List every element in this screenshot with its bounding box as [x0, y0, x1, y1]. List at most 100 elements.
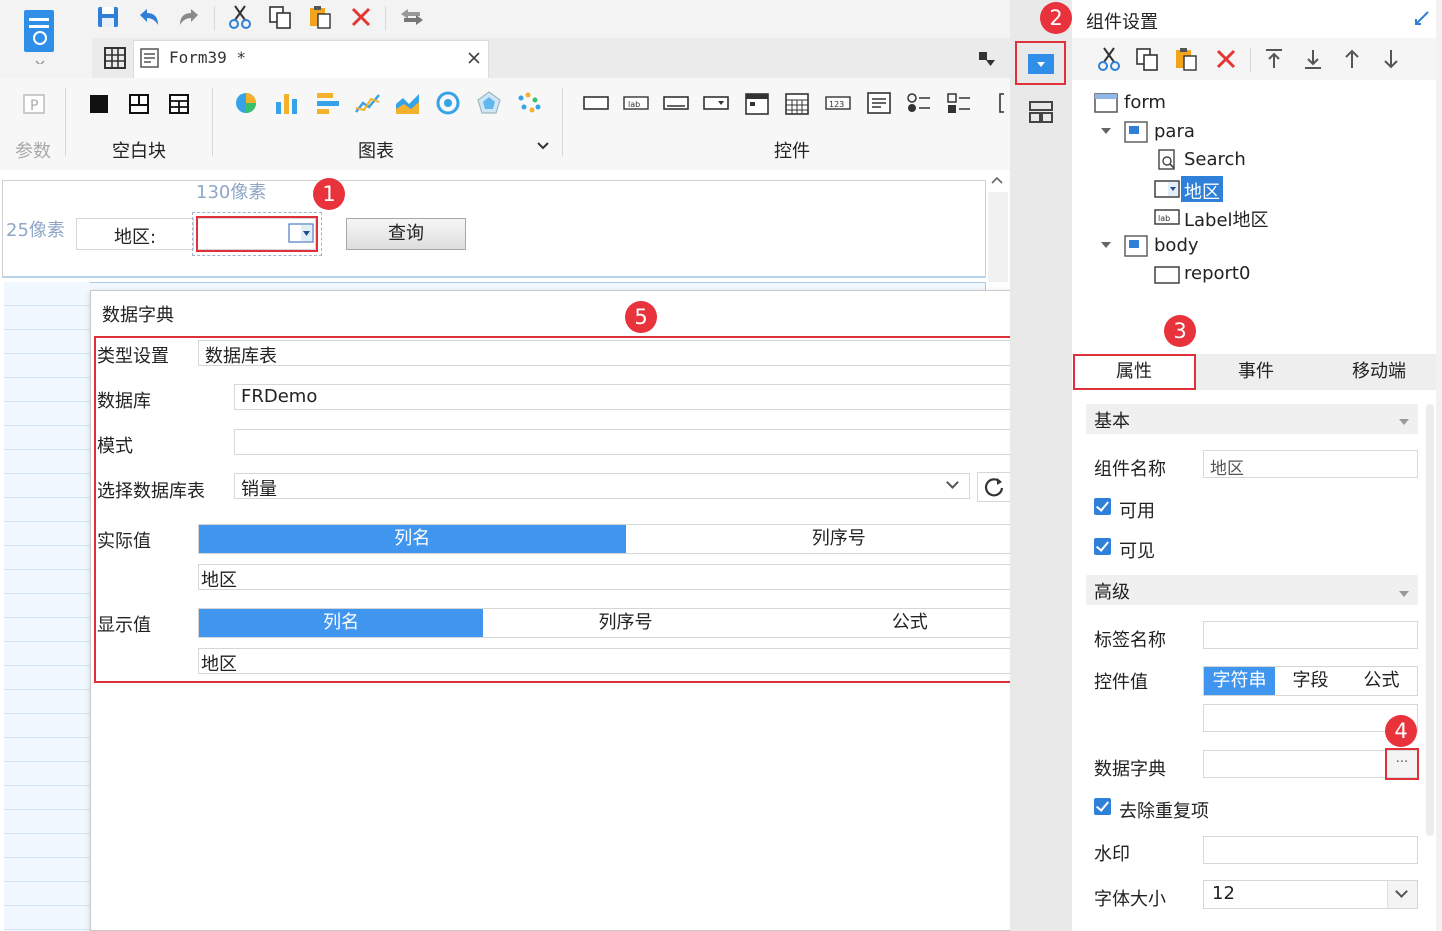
font-size-select[interactable]: 12: [1203, 880, 1418, 909]
display-tab-colname[interactable]: 列名: [199, 609, 484, 637]
close-tab-icon[interactable]: [467, 51, 481, 65]
basic-collapse-icon[interactable]: [1398, 418, 1410, 426]
swap-icon[interactable]: [398, 6, 426, 28]
more-widget-icon[interactable]: [998, 90, 1010, 116]
pie-chart-icon[interactable]: [233, 90, 259, 116]
paste-icon[interactable]: [307, 4, 333, 30]
tree-node-body[interactable]: body: [1154, 235, 1199, 256]
text-widget-icon[interactable]: [662, 94, 690, 112]
query-button[interactable]: 查询: [346, 218, 466, 250]
combo-widget-icon[interactable]: [702, 94, 730, 112]
delete-icon[interactable]: [1215, 48, 1237, 70]
actual-tabs[interactable]: 列名 列序号: [198, 524, 1053, 554]
font-size-dropdown[interactable]: [1387, 881, 1417, 908]
calendar-widget-icon[interactable]: [784, 90, 810, 116]
tab-events[interactable]: 事件: [1196, 354, 1316, 390]
dedupe-checkbox[interactable]: [1094, 798, 1111, 815]
group-label-blank: 空白块: [112, 141, 166, 162]
move-up-icon[interactable]: [1341, 47, 1363, 71]
radio-group-widget-icon[interactable]: [906, 90, 932, 116]
panel-scrollbar[interactable]: [1426, 404, 1434, 836]
move-bottom-icon[interactable]: [1302, 47, 1324, 71]
chevron-down-icon: [1395, 885, 1408, 898]
tree-node-form[interactable]: form: [1124, 92, 1166, 113]
textarea-widget-icon[interactable]: [866, 90, 892, 116]
cut-icon[interactable]: [1096, 46, 1122, 72]
delete-icon[interactable]: [350, 6, 372, 28]
number-widget-icon[interactable]: 123: [824, 94, 852, 112]
display-select[interactable]: 地区: [198, 648, 1053, 675]
label-widget-icon[interactable]: lab: [622, 94, 650, 112]
tree-node-para[interactable]: para: [1154, 121, 1195, 142]
scatter-chart-icon[interactable]: [516, 90, 542, 116]
visible-checkbox[interactable]: [1094, 538, 1111, 555]
bar-chart-icon[interactable]: [273, 90, 301, 116]
collapse-panel-icon[interactable]: [1413, 9, 1431, 27]
report-template-icon[interactable]: [22, 8, 58, 64]
advanced-section-header[interactable]: [1086, 575, 1418, 605]
grid-view-icon[interactable]: [103, 46, 127, 70]
scroll-up-icon[interactable]: [990, 174, 1004, 186]
gauge-chart-icon[interactable]: [435, 90, 461, 116]
refresh-button[interactable]: [977, 472, 1011, 502]
move-top-icon[interactable]: [1263, 47, 1285, 71]
expand-body-icon[interactable]: [1100, 240, 1112, 250]
font-size-label: 字体大小: [1094, 889, 1166, 910]
split-block-icon[interactable]: [128, 93, 150, 115]
tree-node-label-region[interactable]: Label地区: [1184, 206, 1269, 232]
checkbox-group-widget-icon[interactable]: [946, 90, 972, 116]
actual-select[interactable]: 地区: [198, 564, 1053, 591]
schema-select[interactable]: [234, 429, 1053, 455]
display-tab-colindex[interactable]: 列序号: [483, 609, 767, 637]
tab-menu-icon[interactable]: [977, 50, 997, 68]
paste-icon[interactable]: [1173, 46, 1199, 72]
hbar-chart-icon[interactable]: [314, 90, 342, 116]
advanced-collapse-icon[interactable]: [1398, 590, 1410, 598]
copy-icon[interactable]: [267, 4, 293, 30]
search-node-icon: [1156, 149, 1178, 171]
enabled-checkbox[interactable]: [1094, 498, 1111, 515]
watermark-input[interactable]: [1203, 836, 1418, 864]
tag-input[interactable]: [1203, 621, 1418, 649]
actual-tab-colindex[interactable]: 列序号: [626, 525, 1053, 553]
blank-block-icon[interactable]: [88, 93, 110, 115]
canvas-scrollbar[interactable]: [988, 192, 1008, 282]
area-chart-icon[interactable]: [394, 90, 422, 116]
label-node-icon: lab: [1154, 208, 1180, 226]
ctrl-value-label: 控件值: [1094, 672, 1148, 693]
copy-icon[interactable]: [1134, 46, 1160, 72]
save-icon[interactable]: [96, 5, 120, 29]
ctrl-value-tabs[interactable]: 字符串 字段 公式: [1203, 666, 1418, 696]
ctrl-tab-string[interactable]: 字符串: [1204, 667, 1275, 695]
type-select[interactable]: 数据库表: [198, 340, 1053, 367]
body-node-icon: [1124, 235, 1148, 257]
radar-chart-icon[interactable]: [476, 90, 502, 116]
line-chart-icon[interactable]: [354, 90, 382, 116]
chart-expand-icon[interactable]: [536, 140, 550, 152]
table-select[interactable]: 销量: [234, 473, 970, 500]
move-down-icon[interactable]: [1380, 47, 1402, 71]
cut-icon[interactable]: [228, 4, 252, 30]
button-widget-icon[interactable]: [582, 94, 610, 112]
tree-node-search[interactable]: Search: [1184, 149, 1246, 170]
basic-section-header[interactable]: [1086, 404, 1418, 434]
date-widget-icon[interactable]: [744, 90, 770, 116]
dict-input[interactable]: [1203, 750, 1386, 778]
ctrl-tab-field[interactable]: 字段: [1275, 667, 1346, 695]
expand-para-icon[interactable]: [1100, 126, 1112, 136]
name-input[interactable]: 地区: [1203, 450, 1418, 479]
display-tabs[interactable]: 列名 列序号 公式: [198, 608, 1053, 638]
redo-icon[interactable]: [176, 5, 202, 29]
ctrl-tab-formula[interactable]: 公式: [1346, 667, 1417, 695]
tree-node-report[interactable]: report0: [1184, 263, 1250, 284]
tab-mobile[interactable]: 移动端: [1316, 354, 1442, 390]
param-icon[interactable]: P: [22, 93, 46, 115]
dedupe-label: 去除重复项: [1119, 801, 1209, 822]
db-select[interactable]: FRDemo: [234, 384, 1053, 410]
widget-settings-icon[interactable]: [1027, 53, 1055, 75]
undo-icon[interactable]: [136, 5, 162, 29]
table-block-icon[interactable]: [168, 93, 190, 115]
actual-tab-colname[interactable]: 列名: [199, 525, 626, 553]
layout-settings-icon[interactable]: [1028, 100, 1054, 124]
table-dropdown[interactable]: [939, 474, 969, 498]
